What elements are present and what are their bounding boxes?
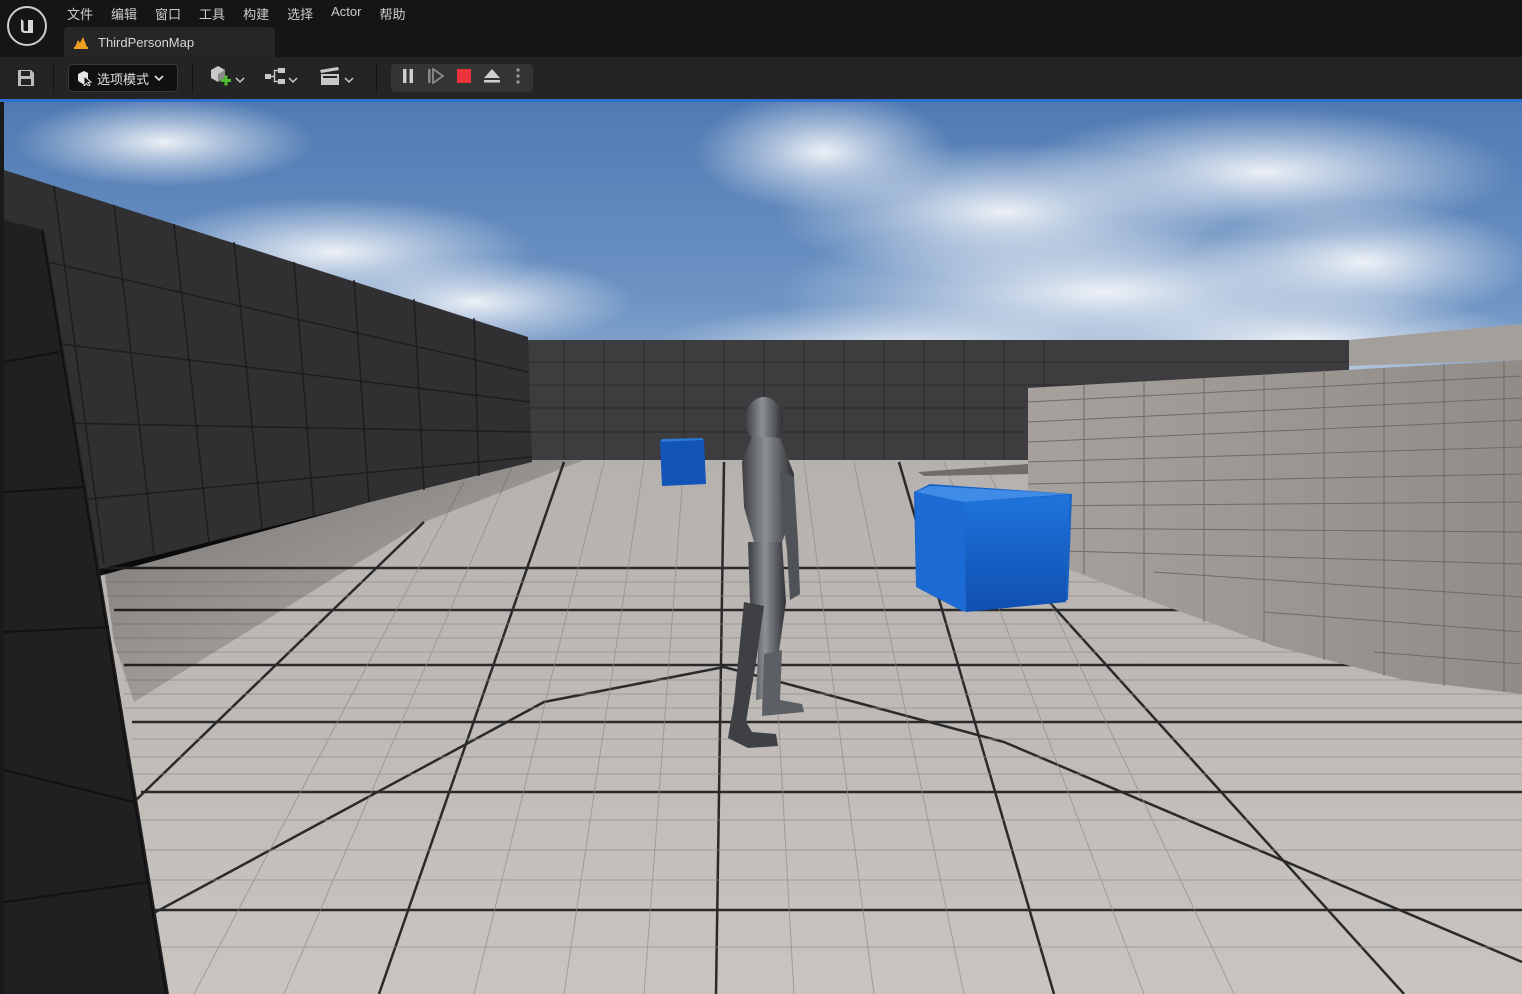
small-blue-cube [660, 438, 706, 486]
tab-third-person-map[interactable]: ThirdPersonMap [64, 27, 275, 57]
scene-render [4, 102, 1522, 994]
tab-label: ThirdPersonMap [98, 34, 195, 50]
clapperboard-icon [319, 66, 341, 90]
unreal-engine-logo-icon[interactable] [7, 6, 47, 46]
frame-step-icon [427, 67, 445, 88]
pause-button[interactable] [394, 64, 422, 92]
eject-icon [483, 68, 501, 88]
save-icon[interactable] [14, 67, 38, 89]
menu-help[interactable]: 帮助 [370, 0, 414, 24]
eject-button[interactable] [478, 64, 506, 92]
play-controls [391, 64, 533, 92]
toolbar-divider [53, 63, 54, 93]
menu-tools[interactable]: 工具 [190, 0, 234, 24]
menu-window[interactable]: 窗口 [146, 0, 190, 24]
more-options-button[interactable] [505, 64, 531, 92]
menu-build[interactable]: 构建 [234, 0, 278, 24]
toolbar-divider [192, 63, 193, 93]
toolbar-divider [376, 63, 377, 93]
title-bar: 文件 编辑 窗口 工具 构建 选择 Actor 帮助 ThirdPersonMa… [0, 0, 1522, 57]
frame-step-button[interactable] [422, 64, 450, 92]
stop-icon [456, 68, 472, 88]
cinematics-button[interactable] [319, 66, 354, 90]
menu-edit[interactable]: 编辑 [102, 0, 146, 24]
more-options-icon [515, 67, 521, 89]
add-actor-button[interactable] [209, 66, 245, 90]
main-toolbar: 选项模式 [0, 57, 1522, 99]
large-blue-cube [914, 484, 1072, 612]
level-viewport[interactable] [4, 102, 1522, 994]
selection-mode-dropdown[interactable]: 选项模式 [68, 64, 178, 92]
chevron-down-icon [154, 74, 164, 82]
menu-file[interactable]: 文件 [58, 0, 102, 24]
menu-actor[interactable]: Actor [322, 0, 370, 24]
level-map-icon [74, 35, 88, 49]
main-menu: 文件 编辑 窗口 工具 构建 选择 Actor 帮助 [58, 0, 414, 24]
menu-select[interactable]: 选择 [278, 0, 322, 24]
stop-button[interactable] [450, 64, 478, 92]
blueprint-icon [264, 66, 288, 90]
add-actor-icon [209, 65, 233, 91]
select-mode-icon [76, 70, 92, 86]
chevron-down-icon [344, 69, 354, 88]
chevron-down-icon [235, 69, 245, 88]
blueprints-button[interactable] [264, 66, 298, 90]
chevron-down-icon [288, 69, 298, 88]
selection-mode-label: 选项模式 [97, 72, 150, 88]
pause-icon [401, 68, 415, 88]
